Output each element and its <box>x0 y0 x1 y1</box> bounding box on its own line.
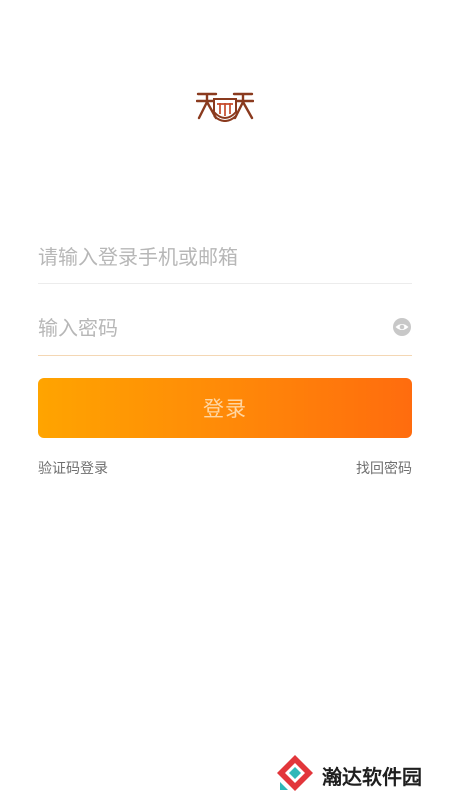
account-divider <box>38 283 412 284</box>
account-field[interactable] <box>38 237 412 277</box>
app-logo <box>196 92 254 122</box>
watermark-text: 瀚达软件园 <box>322 765 422 789</box>
watermark-logo-icon <box>275 753 315 793</box>
password-field[interactable] <box>38 308 412 348</box>
login-screen: 登录 验证码登录 找回密码 瀚达软件园 <box>0 0 450 800</box>
password-divider <box>38 355 412 356</box>
forgot-password-link[interactable]: 找回密码 <box>356 458 412 478</box>
account-input[interactable] <box>38 237 368 277</box>
verification-code-login-link[interactable]: 验证码登录 <box>38 458 108 478</box>
eye-icon[interactable] <box>392 317 412 337</box>
login-button[interactable]: 登录 <box>38 378 412 438</box>
password-input[interactable] <box>38 308 368 348</box>
watermark: 瀚达软件园 <box>270 752 440 796</box>
